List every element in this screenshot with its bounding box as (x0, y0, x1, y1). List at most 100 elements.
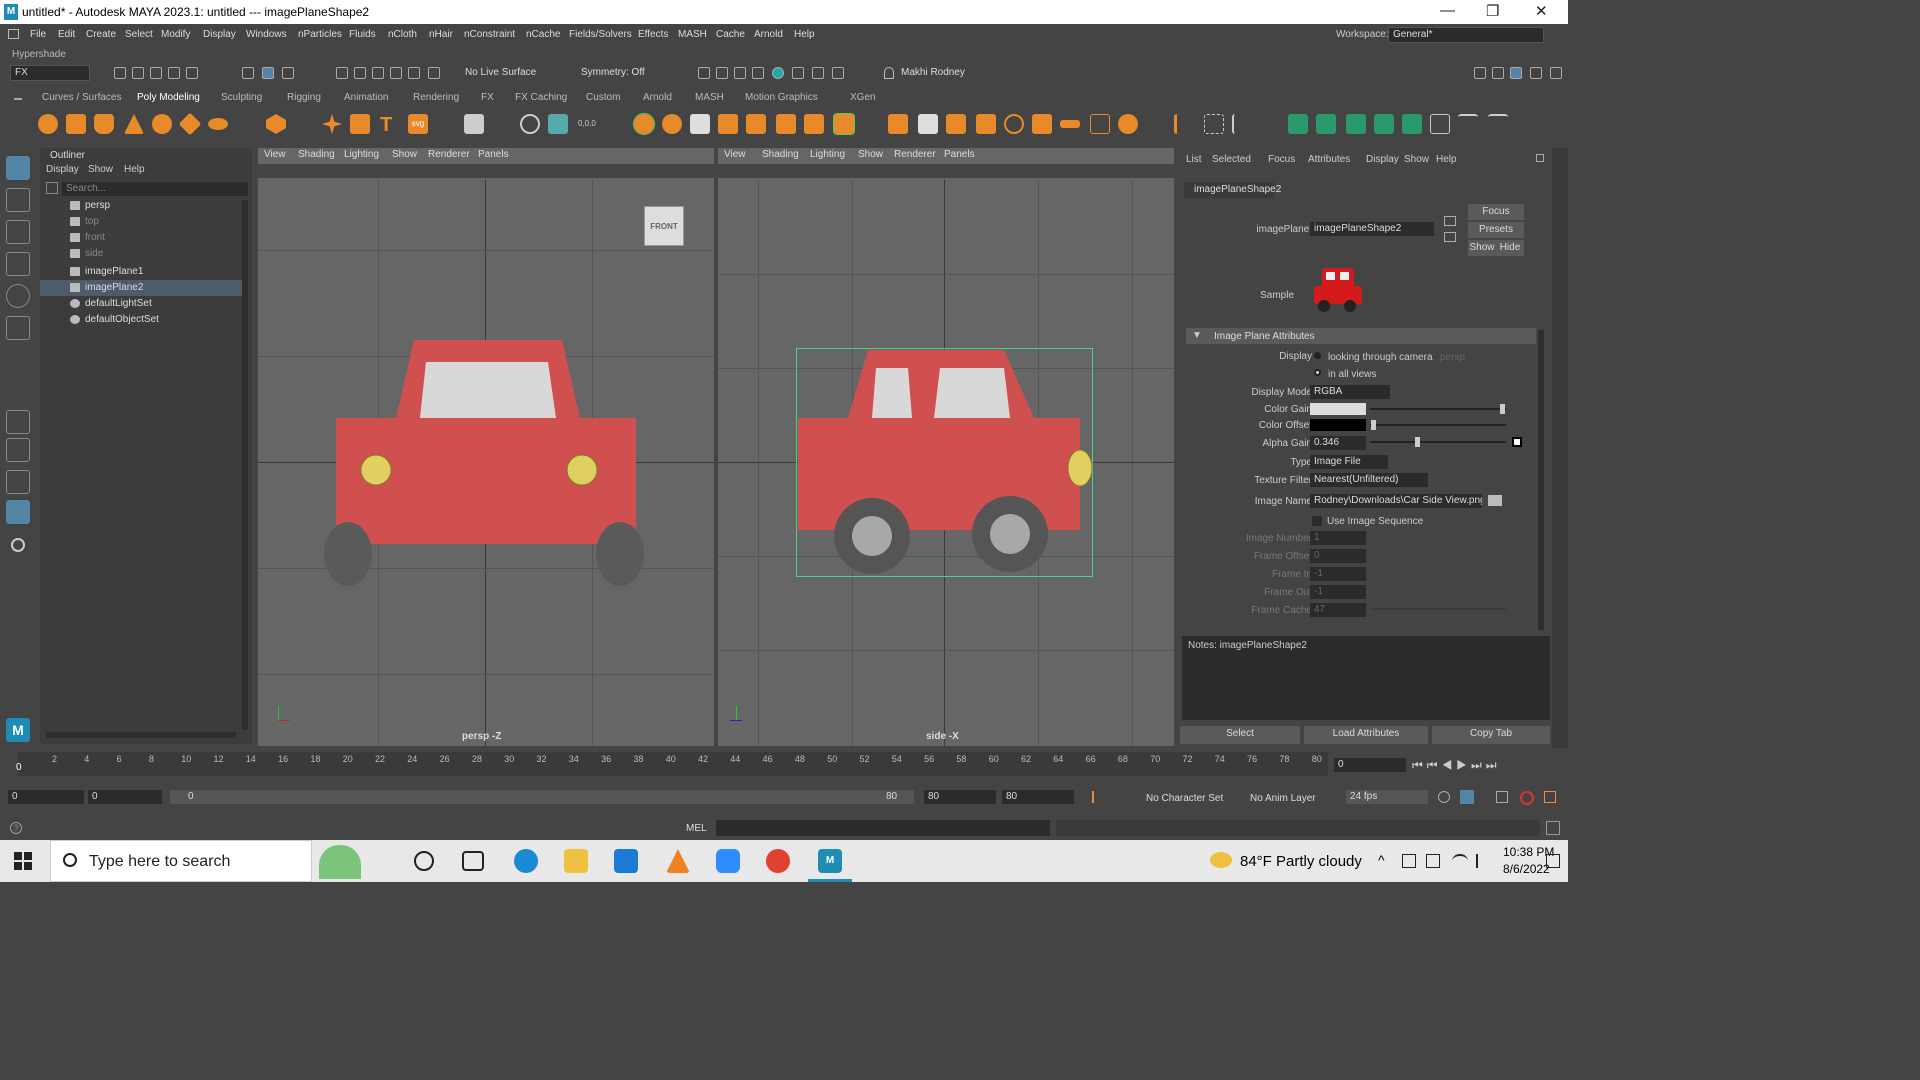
center-pivot-icon[interactable]: 0,0,0 (578, 114, 598, 134)
use-sequence-checkbox[interactable] (1312, 516, 1322, 526)
menu-ncloth[interactable]: nCloth (388, 29, 417, 40)
side-dock-tabs[interactable] (1552, 148, 1568, 748)
ae-menu-selected[interactable]: Selected (1212, 154, 1251, 165)
symmetry-field[interactable]: Symmetry: Off (576, 65, 658, 81)
shelf-tab-rendering[interactable]: Rendering (413, 92, 459, 103)
restore-button[interactable]: ❐ (1486, 2, 1499, 20)
menu-modify[interactable]: Modify (161, 29, 190, 40)
viewport-persp[interactable]: View Shading Lighting Show Renderer Pane… (258, 148, 714, 746)
shelf-tab-xgen[interactable]: XGen (850, 92, 876, 103)
uv-planar-icon[interactable] (1288, 114, 1308, 134)
shelf-tab-curvessurfaces[interactable]: Curves / Surfaces (42, 92, 121, 103)
help-icon[interactable]: ? (10, 822, 22, 834)
svg-tool-icon[interactable]: svg (408, 114, 428, 134)
notes-area[interactable]: Notes: imagePlaneShape2 (1182, 636, 1550, 720)
output-connection-icon[interactable] (1444, 232, 1456, 242)
focus-button[interactable]: Focus (1468, 204, 1524, 220)
radio-all-views[interactable] (1314, 369, 1321, 376)
user-account[interactable]: Makhi Rodney (896, 65, 1002, 81)
snap-surface-icon[interactable] (408, 67, 420, 79)
menu-create[interactable]: Create (86, 29, 116, 40)
fill-hole-icon[interactable] (888, 114, 908, 134)
render-frame-icon[interactable] (716, 67, 728, 79)
shelf-tab-polymodeling[interactable]: Poly Modeling (137, 92, 200, 103)
poly-plane-icon[interactable] (178, 112, 202, 136)
vp-menu-shading[interactable]: Shading (298, 149, 335, 160)
type-select[interactable]: Image File (1310, 455, 1388, 469)
maya-home-icon[interactable]: M (6, 718, 30, 742)
poly-cube-icon[interactable] (66, 114, 86, 134)
quad-draw-icon[interactable] (1060, 120, 1080, 128)
menu-file[interactable]: File (30, 29, 46, 40)
section-header-image-plane-attributes[interactable]: ▼ Image Plane Attributes (1186, 328, 1536, 344)
shelf-tab-fx[interactable]: FX (481, 92, 494, 103)
shelf-tab-arnold[interactable]: Arnold (643, 92, 672, 103)
time-slider[interactable]: 2 4 6 8 10 12 14 16 18 20 22 24 26 28 30 32 34 36 38 40 42 44… (0, 750, 1568, 780)
loop-icon[interactable] (1438, 791, 1450, 803)
vp-menu-lighting[interactable]: Lighting (810, 149, 845, 160)
render-view-icon[interactable] (698, 67, 710, 79)
auto-key-icon[interactable] (1092, 791, 1102, 803)
four-view-icon[interactable] (6, 438, 30, 462)
outliner-item-imageplane1[interactable]: imagePlane1 (40, 264, 242, 280)
sweep-mesh-icon[interactable] (350, 114, 370, 134)
menu-effects[interactable]: Effects (638, 29, 668, 40)
uv-cut-icon[interactable] (1458, 114, 1478, 134)
vp-menu-shading[interactable]: Shading (762, 149, 799, 160)
new-scene-icon[interactable] (114, 67, 126, 79)
bridge-icon[interactable] (776, 114, 796, 134)
merge-icon[interactable] (946, 114, 966, 134)
boolean-icon[interactable] (718, 114, 738, 134)
poke-icon[interactable] (1118, 114, 1138, 134)
outliner-item-imageplane2[interactable]: imagePlane2 (40, 280, 242, 296)
menu-help[interactable]: Help (794, 29, 815, 40)
outliner-menu-show[interactable]: Show (88, 164, 113, 175)
color-offset-slider-handle[interactable] (1371, 420, 1376, 430)
menu-nconstraint[interactable]: nConstraint (464, 29, 515, 40)
ae-select-button[interactable]: Select (1180, 726, 1300, 744)
filter-icon[interactable] (46, 182, 58, 194)
render-settings-icon[interactable] (752, 67, 764, 79)
record-icon[interactable] (1520, 791, 1534, 805)
show-button[interactable]: Show (1468, 240, 1496, 256)
view-cube[interactable]: FRONT (644, 206, 684, 246)
maya-taskbar-icon[interactable]: M (818, 849, 842, 873)
chevron-up-icon[interactable]: ^ (1378, 852, 1385, 868)
vp-menu-panels[interactable]: Panels (944, 149, 975, 160)
uv-spherical-icon[interactable] (1346, 114, 1366, 134)
poly-disc-icon[interactable] (208, 118, 228, 130)
frame-offset-field[interactable]: 0 (1310, 549, 1366, 563)
fps-select[interactable]: 24 fps (1346, 790, 1428, 804)
outliner-item-top[interactable]: top (40, 214, 242, 230)
vp-menu-renderer[interactable]: Renderer (428, 149, 470, 160)
outliner-scrollbar[interactable] (242, 200, 248, 730)
start-time-field[interactable]: 0 (8, 790, 84, 804)
channel-box-icon[interactable] (1510, 67, 1522, 79)
notifications-icon[interactable] (1546, 854, 1560, 868)
ae-tab-imageplaneshape2[interactable]: imagePlaneShape2 (1184, 182, 1281, 198)
load-attributes-button[interactable]: Load Attributes (1304, 726, 1428, 744)
ae-menu-attributes[interactable]: Attributes (1308, 154, 1350, 165)
home-icon[interactable] (8, 29, 19, 39)
image-number-field[interactable]: 1 (1310, 531, 1366, 545)
poly-sphere-icon[interactable] (38, 114, 58, 134)
menuset-select[interactable]: FX (10, 65, 90, 81)
color-gain-slider-handle[interactable] (1500, 404, 1505, 414)
combine-icon[interactable] (520, 114, 540, 134)
radio-looking-through[interactable] (1314, 352, 1321, 359)
presets-button[interactable]: Presets (1468, 222, 1524, 238)
frame-cache-slider[interactable] (1370, 608, 1506, 610)
live-surface-field[interactable]: No Live Surface (460, 65, 556, 81)
outliner-hscrollbar[interactable] (46, 732, 236, 738)
uv-layout-icon[interactable] (1430, 114, 1450, 134)
image-name-field[interactable]: Rodney\Downloads\Car Side View.png (1310, 494, 1482, 508)
uv-editor-icon[interactable] (464, 114, 484, 134)
vp-menu-renderer[interactable]: Renderer (894, 149, 936, 160)
shelf-tab-animation[interactable]: Animation (344, 92, 388, 103)
taskbar-search[interactable]: Type here to search (50, 840, 361, 882)
ae-menu-show[interactable]: Show (1404, 154, 1429, 165)
ae-menu-focus[interactable]: Focus (1268, 154, 1295, 165)
reduce-icon[interactable] (662, 114, 682, 134)
outliner-item-side[interactable]: side (40, 246, 242, 262)
open-scene-icon[interactable] (132, 67, 144, 79)
